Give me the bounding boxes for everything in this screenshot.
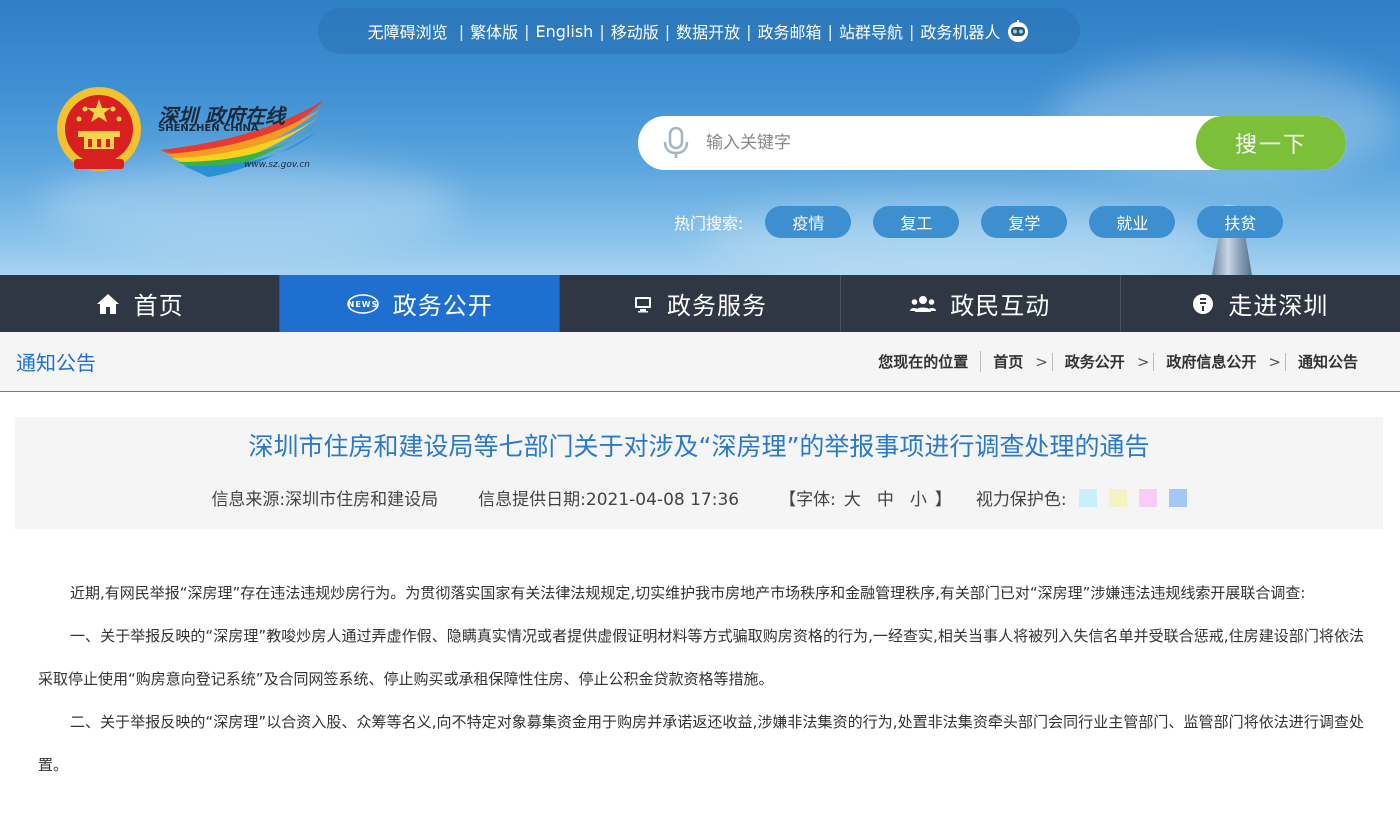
breadcrumb-gov-info-open[interactable]: 政府信息公开 bbox=[1154, 351, 1268, 372]
separator: | bbox=[827, 21, 833, 41]
separator: | bbox=[908, 21, 915, 41]
nav-home[interactable]: 首页 bbox=[0, 275, 281, 332]
nav-about-shenzhen-label: 走进深圳 bbox=[1228, 292, 1329, 320]
separator: | bbox=[453, 21, 465, 41]
eye-care-swatch-cyan[interactable] bbox=[1078, 488, 1097, 507]
nav-interaction-label: 政民互动 bbox=[950, 292, 1051, 320]
eye-care-swatch-yellow[interactable] bbox=[1108, 488, 1127, 507]
breadcrumb-gov-affairs-open[interactable]: 政务公开 bbox=[1053, 351, 1137, 372]
breadcrumb-separator: > bbox=[1035, 352, 1048, 371]
eye-care-swatch-pink[interactable] bbox=[1138, 488, 1157, 507]
article-paragraph: 二、关于举报反映的“深房理”以合资入股、众筹等名义,向不特定对象募集资金用于购房… bbox=[38, 713, 1364, 774]
link-site-nav[interactable]: 站群导航 bbox=[839, 19, 903, 43]
hot-search: 热门搜索: 疫情 复工 复学 就业 扶贫 bbox=[674, 206, 1305, 238]
site-logo[interactable]: 深圳 政府在线 SHENZHEN CHINA www.sz.gov.cn bbox=[152, 92, 332, 178]
separator: | bbox=[524, 21, 530, 41]
breadcrumb: 您现在的位置 首页 > 政务公开 > 政府信息公开 > 通知公告 bbox=[866, 351, 1370, 372]
separator: | bbox=[664, 21, 671, 41]
nav-gov-services[interactable]: 政务服务 bbox=[560, 275, 841, 332]
people-icon bbox=[910, 295, 937, 312]
robot-icon[interactable] bbox=[1006, 19, 1030, 43]
font-size-close: 】 bbox=[934, 490, 952, 510]
link-english[interactable]: English bbox=[536, 22, 594, 41]
hot-search-label: 热门搜索: bbox=[674, 214, 744, 233]
font-size-small[interactable]: 小 bbox=[910, 485, 927, 510]
eye-care-label: 视力保护色: bbox=[975, 490, 1067, 510]
nav-gov-affairs-open-label: 政务公开 bbox=[392, 292, 493, 320]
link-accessibility[interactable]: 无障碍浏览 bbox=[368, 19, 448, 43]
hot-tag-epidemic[interactable]: 疫情 bbox=[765, 206, 852, 238]
link-mobile[interactable]: 移动版 bbox=[611, 19, 659, 43]
font-size-medium[interactable]: 中 bbox=[877, 485, 894, 510]
logo-url: www.sz.gov.cn bbox=[244, 160, 310, 170]
separator: | bbox=[599, 21, 605, 41]
breadcrumb-position-label: 您现在的位置 bbox=[866, 351, 982, 372]
main-nav: 首页 NEWS 政务公开 政务服务 政民互动 走进深圳 bbox=[0, 275, 1400, 332]
article-date: 信息提供日期:2021-04-08 17:36 bbox=[478, 490, 740, 510]
news-icon: NEWS bbox=[347, 293, 379, 314]
section-title: 通知公告 bbox=[16, 351, 96, 375]
breadcrumb-notices[interactable]: 通知公告 bbox=[1286, 351, 1370, 372]
search-box: 搜一下 bbox=[638, 116, 1346, 170]
nav-home-label: 首页 bbox=[133, 292, 184, 320]
eye-care-swatch-blue[interactable] bbox=[1168, 488, 1187, 507]
hot-tag-school-resumption[interactable]: 复学 bbox=[981, 206, 1068, 238]
hot-tag-work-resumption[interactable]: 复工 bbox=[873, 206, 960, 238]
hot-tag-poverty-alleviation[interactable]: 扶贫 bbox=[1197, 206, 1284, 238]
breadcrumb-separator: > bbox=[1268, 352, 1281, 371]
link-gov-mail[interactable]: 政务邮箱 bbox=[758, 19, 822, 43]
breadcrumb-home[interactable]: 首页 bbox=[981, 351, 1035, 372]
nav-gov-affairs-open[interactable]: NEWS 政务公开 bbox=[280, 275, 561, 332]
article-header: 深圳市住房和建设局等七部门关于对涉及“深房理”的举报事项进行调查处理的通告 信息… bbox=[15, 417, 1383, 529]
top-link-bar: 无障碍浏览 | 繁体版 | English | 移动版 | 数据开放 | 政务邮… bbox=[318, 8, 1080, 54]
font-size-control: 【字体: 大 中 小 】 bbox=[779, 485, 952, 510]
city-icon bbox=[1193, 293, 1214, 314]
monitor-icon bbox=[635, 296, 651, 312]
svg-text:NEWS: NEWS bbox=[347, 300, 378, 309]
home-icon bbox=[96, 293, 119, 314]
hot-tag-employment[interactable]: 就业 bbox=[1089, 206, 1176, 238]
header-banner: 无障碍浏览 | 繁体版 | English | 移动版 | 数据开放 | 政务邮… bbox=[0, 0, 1400, 275]
separator: | bbox=[746, 21, 752, 41]
national-emblem-icon bbox=[57, 87, 141, 171]
article-paragraph: 一、关于举报反映的“深房理”教唆炒房人通过弄虚作假、隐瞒真实情况或者提供虚假证明… bbox=[38, 627, 1364, 688]
article-meta: 信息来源:深圳市住房和建设局 信息提供日期:2021-04-08 17:36 【… bbox=[15, 485, 1383, 510]
breadcrumb-separator: > bbox=[1136, 352, 1150, 371]
logo-brand-en: SHENZHEN CHINA bbox=[158, 123, 259, 134]
search-button[interactable]: 搜一下 bbox=[1196, 116, 1346, 170]
article-body: 近期,有网民举报“深房理”存在违法违规炒房行为。为贯彻落实国家有关法律法规规定,… bbox=[38, 572, 1364, 787]
font-size-large[interactable]: 大 bbox=[844, 485, 861, 510]
nav-about-shenzhen[interactable]: 走进深圳 bbox=[1121, 275, 1400, 332]
font-size-label: 【字体: bbox=[779, 490, 836, 510]
nav-interaction[interactable]: 政民互动 bbox=[841, 275, 1121, 332]
microphone-icon[interactable] bbox=[662, 126, 690, 160]
nav-gov-services-label: 政务服务 bbox=[667, 292, 767, 320]
link-traditional[interactable]: 繁体版 bbox=[470, 19, 518, 43]
breadcrumb-bar: 通知公告 您现在的位置 首页 > 政务公开 > 政府信息公开 > 通知公告 bbox=[0, 332, 1400, 392]
article-paragraph: 近期,有网民举报“深房理”存在违法违规炒房行为。为贯彻落实国家有关法律法规规定,… bbox=[70, 584, 1306, 602]
article-title: 深圳市住房和建设局等七部门关于对涉及“深房理”的举报事项进行调查处理的通告 bbox=[248, 432, 1150, 461]
search-input[interactable] bbox=[706, 133, 1196, 153]
link-gov-robot[interactable]: 政务机器人 bbox=[920, 19, 1000, 43]
article-source: 信息来源:深圳市住房和建设局 bbox=[211, 490, 439, 510]
link-open-data[interactable]: 数据开放 bbox=[676, 19, 740, 43]
